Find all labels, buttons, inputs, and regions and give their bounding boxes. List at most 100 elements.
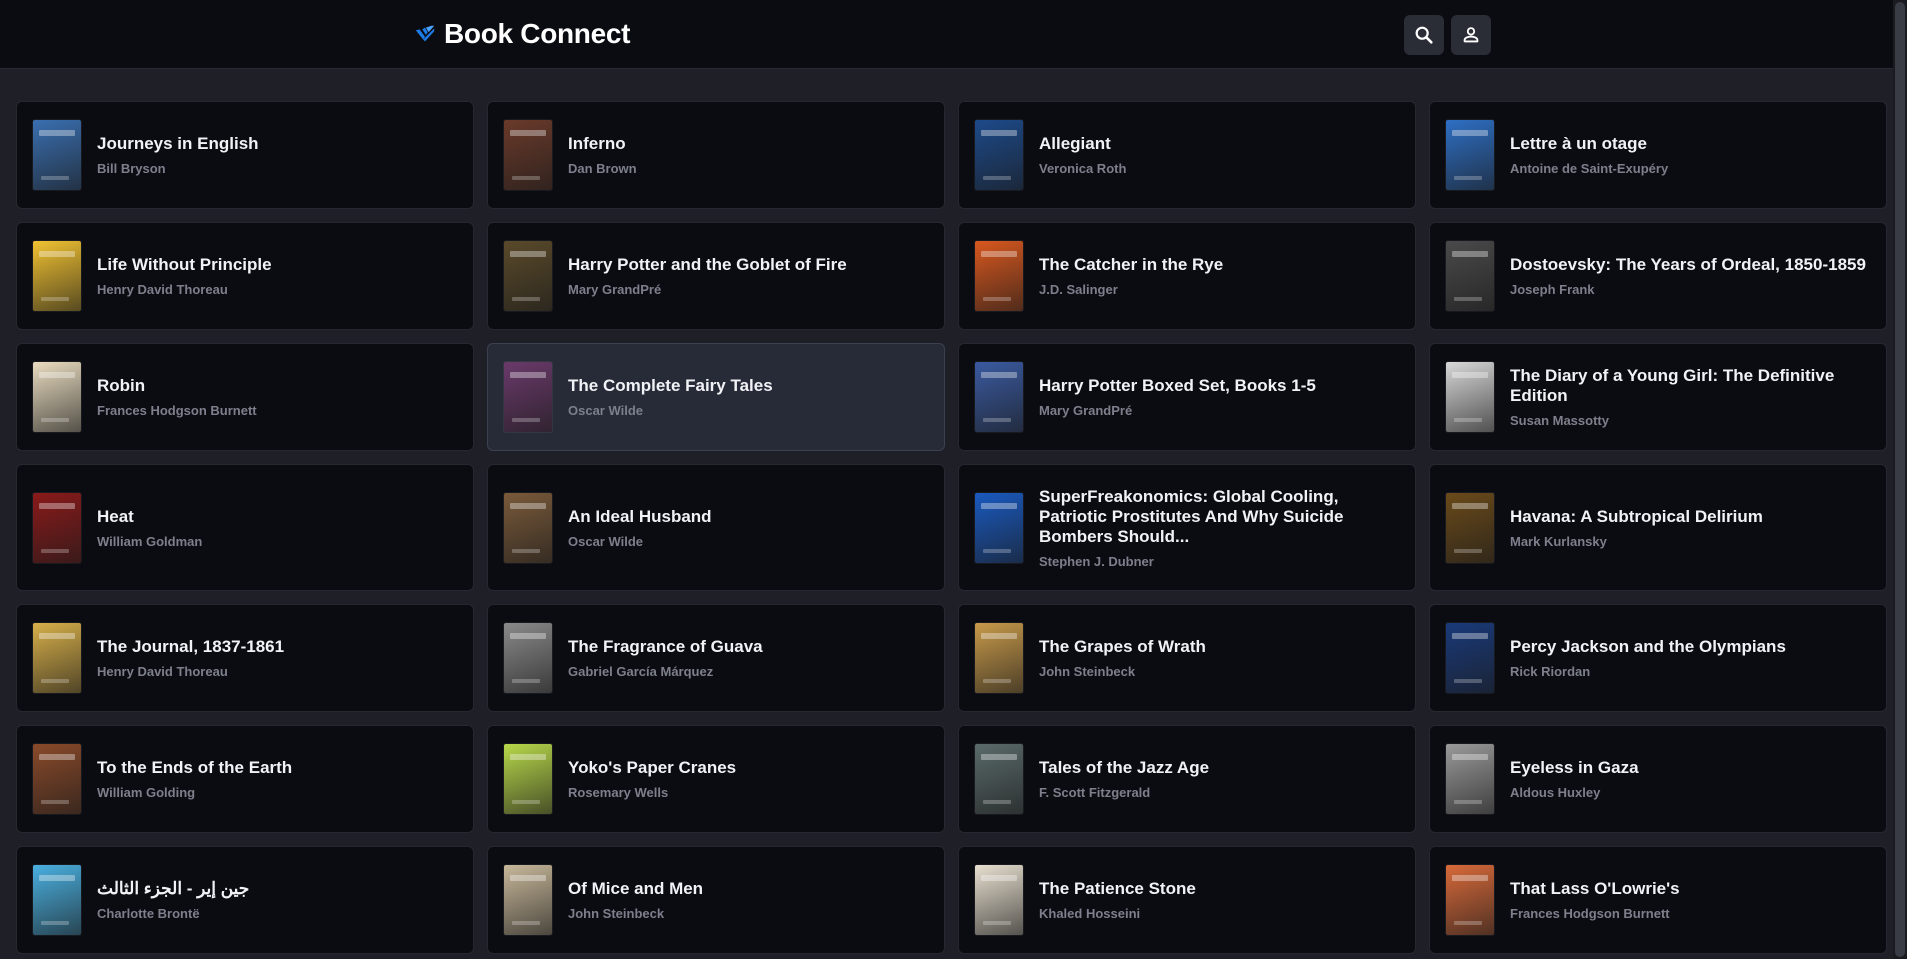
book-title: Havana: A Subtropical Delirium: [1510, 506, 1763, 526]
book-card[interactable]: SuperFreakonomics: Global Cooling, Patri…: [958, 464, 1416, 591]
book-card[interactable]: The Journal, 1837-1861 Henry David Thorea…: [16, 604, 474, 712]
book-card[interactable]: Dostoevsky: The Years of Ordeal, 1850-18…: [1429, 222, 1887, 330]
book-card[interactable]: جين إير - الجزء الثالث Charlotte Brontë: [16, 846, 474, 954]
book-cover-image: [504, 492, 552, 563]
book-card[interactable]: Inferno Dan Brown: [487, 101, 945, 209]
book-card[interactable]: The Grapes of Wrath John Steinbeck: [958, 604, 1416, 712]
book-info: Life Without Principle Henry David Thorea…: [97, 255, 272, 297]
book-cover-image: [1446, 362, 1494, 432]
book-cover-image: [33, 744, 81, 814]
book-author: John Steinbeck: [1039, 664, 1136, 679]
book-info: The Fragrance of Guava Gabriel García Már…: [568, 637, 763, 679]
book-title: Lettre à un otage: [1510, 134, 1647, 153]
book-title: The Patience Stone: [1039, 879, 1196, 898]
book-info: Of Mice and Men John Steinbeck: [568, 879, 703, 921]
book-title: The Diary of a Young Girl: The Definitiv…: [1510, 366, 1835, 405]
book-author: Mark Kurlansky: [1510, 533, 1607, 549]
book-title: The Fragrance of Guava: [568, 637, 763, 656]
book-card[interactable]: An Ideal Husband Oscar Wilde: [487, 464, 945, 591]
book-author: Henry David Thoreau: [97, 664, 228, 679]
book-info: The Diary of a Young Girl: The Definitiv…: [1510, 366, 1870, 428]
book-card[interactable]: Lettre à un otage Antoine de Saint-Exupér…: [1429, 101, 1887, 209]
book-cover-image: [33, 241, 81, 311]
book-info: The Complete Fairy Tales Oscar Wilde: [568, 376, 773, 418]
search-button[interactable]: [1404, 15, 1444, 55]
book-title: Eyeless in Gaza: [1510, 758, 1639, 777]
brand[interactable]: Book Connect: [414, 18, 630, 50]
scrollbar-thumb[interactable]: [1895, 2, 1905, 957]
book-info: The Grapes of Wrath John Steinbeck: [1039, 637, 1206, 679]
book-info: Lettre à un otage Antoine de Saint-Exupér…: [1510, 134, 1668, 176]
book-author: Charlotte Brontë: [97, 906, 200, 921]
book-title: The Journal, 1837-1861: [97, 637, 285, 656]
book-cover-image: [33, 623, 81, 693]
book-cover-image: [33, 362, 81, 432]
book-author: William Golding: [97, 785, 196, 800]
book-author: Rosemary Wells: [568, 785, 669, 800]
book-info: Harry Potter Boxed Set, Books 1-5 Mary Gr…: [1039, 376, 1316, 418]
book-card[interactable]: The Patience Stone Khaled Hosseini: [958, 846, 1416, 954]
book-card[interactable]: Yoko's Paper Cranes Rosemary Wells: [487, 725, 945, 833]
book-card[interactable]: Harry Potter Boxed Set, Books 1-5 Mary Gr…: [958, 343, 1416, 451]
book-cover-image: [504, 623, 552, 693]
book-info: The Catcher in the Rye J.D. Salinger: [1039, 255, 1223, 297]
book-card[interactable]: The Fragrance of Guava Gabriel García Már…: [487, 604, 945, 712]
book-title: Tales of the Jazz Age: [1039, 758, 1210, 777]
book-title: Of Mice and Men: [568, 879, 704, 898]
book-author: Mary GrandPré: [568, 282, 662, 297]
book-info: The Journal, 1837-1861 Henry David Thorea…: [97, 637, 284, 679]
profile-button[interactable]: [1451, 15, 1491, 55]
book-title: Percy Jackson and the Olympians: [1510, 637, 1786, 656]
book-info: Journeys in English Bill Bryson: [97, 134, 259, 176]
book-author: William Goldman: [97, 533, 203, 549]
book-info: Allegiant Veronica Roth: [1039, 134, 1126, 176]
book-title: Yoko's Paper Cranes: [568, 758, 737, 777]
book-title: Heat: [97, 506, 134, 526]
book-info: Eyeless in Gaza Aldous Huxley: [1510, 758, 1639, 800]
book-title: Allegiant: [1039, 134, 1111, 153]
book-cover-image: [975, 865, 1023, 935]
book-card[interactable]: Tales of the Jazz Age F. Scott Fitzgerald: [958, 725, 1416, 833]
book-author: Veronica Roth: [1039, 161, 1127, 176]
book-cover-image: [33, 865, 81, 935]
book-card[interactable]: Heat William Goldman: [16, 464, 474, 591]
top-header: Book Connect: [0, 0, 1907, 69]
book-author: Joseph Frank: [1510, 282, 1595, 297]
book-card[interactable]: Of Mice and Men John Steinbeck: [487, 846, 945, 954]
book-card[interactable]: The Diary of a Young Girl: The Definitiv…: [1429, 343, 1887, 451]
book-card[interactable]: Eyeless in Gaza Aldous Huxley: [1429, 725, 1887, 833]
book-card[interactable]: Journeys in English Bill Bryson: [16, 101, 474, 209]
scrollbar[interactable]: [1893, 0, 1907, 959]
book-card[interactable]: Harry Potter and the Goblet of Fire Mary …: [487, 222, 945, 330]
book-author: Frances Hodgson Burnett: [1510, 906, 1670, 921]
book-card[interactable]: Robin Frances Hodgson Burnett: [16, 343, 474, 451]
book-cover-image: [1446, 120, 1494, 190]
book-card[interactable]: The Catcher in the Rye J.D. Salinger: [958, 222, 1416, 330]
book-cover-image: [1446, 865, 1494, 935]
book-author: Stephen J. Dubner: [1039, 553, 1154, 569]
book-cover-image: [975, 120, 1023, 190]
book-cover-image: [1446, 241, 1494, 311]
book-card[interactable]: Percy Jackson and the Olympians Rick Rior…: [1429, 604, 1887, 712]
book-info: SuperFreakonomics: Global Cooling, Patri…: [1039, 487, 1399, 569]
book-title: SuperFreakonomics: Global Cooling, Patri…: [1039, 486, 1344, 546]
book-author: Henry David Thoreau: [97, 282, 228, 297]
book-cover-image: [504, 362, 552, 432]
book-author: J.D. Salinger: [1039, 282, 1118, 297]
book-author: Frances Hodgson Burnett: [97, 403, 257, 418]
book-author: Dan Brown: [568, 161, 637, 176]
book-card[interactable]: To the Ends of the Earth William Golding: [16, 725, 474, 833]
book-card[interactable]: Havana: A Subtropical Delirium Mark Kurla…: [1429, 464, 1887, 591]
book-cover-image: [504, 865, 552, 935]
book-author: F. Scott Fitzgerald: [1039, 785, 1151, 800]
book-title: جين إير - الجزء الثالث: [97, 879, 250, 898]
book-card[interactable]: Allegiant Veronica Roth: [958, 101, 1416, 209]
book-card[interactable]: That Lass O'Lowrie's Frances Hodgson Burn…: [1429, 846, 1887, 954]
book-info: جين إير - الجزء الثالث Charlotte Brontë: [97, 879, 249, 921]
book-cover-image: [1446, 492, 1494, 563]
book-title: Harry Potter and the Goblet of Fire: [568, 255, 847, 274]
book-card[interactable]: The Complete Fairy Tales Oscar Wilde: [487, 343, 945, 451]
book-info: Robin Frances Hodgson Burnett: [97, 376, 257, 418]
book-cover-image: [1446, 623, 1494, 693]
book-card[interactable]: Life Without Principle Henry David Thorea…: [16, 222, 474, 330]
